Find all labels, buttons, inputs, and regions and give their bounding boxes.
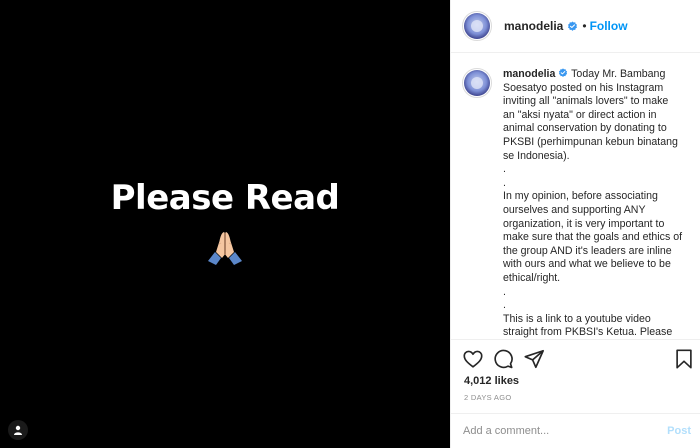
bookmark-icon[interactable] xyxy=(673,348,695,370)
follow-button[interactable]: Follow xyxy=(590,19,628,33)
folded-hands-emoji xyxy=(208,232,242,265)
user-tag-icon[interactable] xyxy=(8,420,28,440)
post-comment-button[interactable]: Post xyxy=(667,425,691,437)
caption-section: manodelia Today Mr. Bambang Soesatyo pos… xyxy=(451,54,700,339)
caption-row: manodelia Today Mr. Bambang Soesatyo pos… xyxy=(462,68,691,339)
caption-verified-badge-icon xyxy=(559,68,568,77)
comment-input[interactable] xyxy=(463,425,663,437)
post-modal: Please Read manodelia • Follow manodelia… xyxy=(0,0,700,448)
verified-badge-icon xyxy=(568,20,578,31)
caption-avatar[interactable] xyxy=(462,68,492,98)
post-timestamp[interactable]: 2 DAYS AGO xyxy=(464,393,511,402)
caption-username[interactable]: manodelia xyxy=(503,68,555,80)
heart-icon[interactable] xyxy=(462,348,484,370)
header-username[interactable]: manodelia xyxy=(504,19,563,33)
caption-body: Today Mr. Bambang Soesatyo posted on his… xyxy=(503,68,683,339)
post-media[interactable]: Please Read xyxy=(0,0,450,448)
media-text: Please Read xyxy=(110,178,340,218)
comment-bar: Post xyxy=(451,413,700,448)
post-header: manodelia • Follow xyxy=(451,0,700,53)
post-sidebar: manodelia • Follow manodelia Today Mr. B… xyxy=(450,0,700,448)
share-icon[interactable] xyxy=(523,348,545,370)
avatar[interactable] xyxy=(462,11,492,41)
separator-dot: • xyxy=(582,19,587,33)
action-bar: 4,012 likes 2 DAYS AGO xyxy=(451,339,700,413)
caption-text-block: manodelia Today Mr. Bambang Soesatyo pos… xyxy=(503,68,683,339)
comment-icon[interactable] xyxy=(492,348,514,370)
likes-count[interactable]: 4,012 likes xyxy=(464,375,519,387)
